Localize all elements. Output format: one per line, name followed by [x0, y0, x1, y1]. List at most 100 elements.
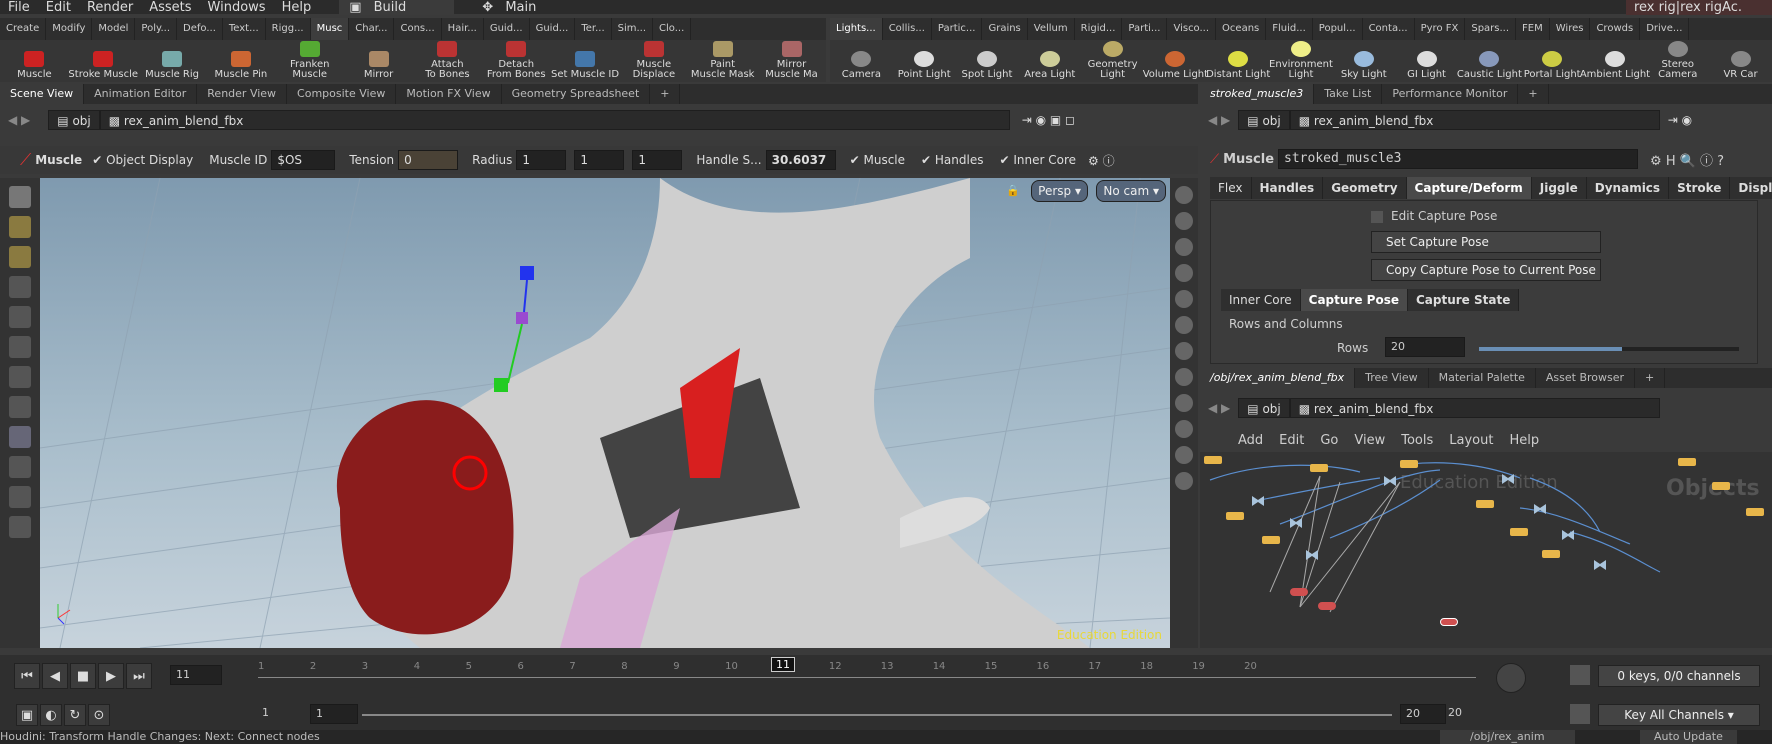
- net-node-muscle[interactable]: [1318, 602, 1336, 610]
- back-icon[interactable]: ◀ ▶: [8, 113, 30, 127]
- jump-start-button[interactable]: ⏮: [14, 663, 40, 689]
- shelf-tab[interactable]: Guid...: [484, 18, 530, 40]
- shelf-tool-3[interactable]: Muscle Pin: [206, 51, 275, 82]
- shelf-tab[interactable]: FEM: [1516, 18, 1550, 40]
- shelf-tab[interactable]: Partic...: [932, 18, 983, 40]
- net-node[interactable]: [1510, 528, 1528, 536]
- key-wheel-icon[interactable]: [1496, 663, 1526, 693]
- param-path-obj[interactable]: ▤ obj: [1238, 110, 1290, 130]
- keys-icon[interactable]: [1570, 665, 1590, 685]
- light-tool-1[interactable]: Point Light: [893, 51, 956, 82]
- transform-tool-icon[interactable]: [9, 216, 31, 238]
- param-pin-icon[interactable]: ⇥ ◉: [1668, 113, 1692, 127]
- key-channels-icon[interactable]: [1570, 704, 1590, 724]
- shelf-tool-2[interactable]: Muscle Rig: [138, 51, 207, 82]
- net-back-icon[interactable]: ◀ ▶: [1208, 401, 1230, 415]
- menu-edit[interactable]: Edit: [38, 0, 79, 15]
- muscle-toggle[interactable]: ✔ Muscle: [850, 153, 905, 167]
- radius-x[interactable]: 1: [516, 150, 567, 170]
- shelf-tab[interactable]: Collis...: [883, 18, 932, 40]
- network-menu-item[interactable]: Tools: [1393, 433, 1441, 448]
- range-end[interactable]: 20: [1448, 706, 1462, 719]
- param-pane-tab[interactable]: Take List: [1314, 84, 1383, 104]
- light-tool-6[interactable]: Distant Light: [1206, 51, 1270, 82]
- shelf-tab[interactable]: Poly...: [135, 18, 178, 40]
- handle-field[interactable]: 30.6037: [765, 150, 836, 170]
- param-tab[interactable]: Jiggle: [1531, 177, 1587, 199]
- shelf-tool-0[interactable]: Muscle: [0, 51, 69, 82]
- shelf-tab[interactable]: Visco...: [1167, 18, 1217, 40]
- shelf-tab[interactable]: Modify: [46, 18, 93, 40]
- shelf-tool-7[interactable]: Detach From Bones: [482, 41, 551, 82]
- shelf-tab[interactable]: Defo...: [177, 18, 223, 40]
- range-start[interactable]: 1: [262, 706, 269, 719]
- realtime-icon[interactable]: ▣: [16, 704, 38, 726]
- network-menu-item[interactable]: View: [1346, 433, 1393, 448]
- network-menu-item[interactable]: Add: [1230, 433, 1271, 448]
- range-slider[interactable]: [362, 714, 1392, 716]
- template-icon[interactable]: [1175, 368, 1193, 386]
- pane-tab[interactable]: Motion FX View: [396, 84, 502, 104]
- network-menu-item[interactable]: Go: [1312, 433, 1346, 448]
- z-axis-handle[interactable]: [520, 266, 534, 280]
- rows-field[interactable]: 20: [1385, 337, 1465, 357]
- light-tool-9[interactable]: GI Light: [1395, 51, 1458, 82]
- frame-ruler[interactable]: 1234567891011121314151617181920 11: [258, 655, 1476, 699]
- add-tab-icon[interactable]: +: [1518, 84, 1549, 104]
- add-tab-icon[interactable]: +: [1635, 368, 1666, 388]
- shelf-tab[interactable]: Musc: [310, 18, 350, 40]
- menu-assets[interactable]: Assets: [141, 0, 199, 15]
- jump-end-button[interactable]: ⏭: [126, 663, 152, 689]
- network-tab[interactable]: Material Palette: [1429, 368, 1536, 388]
- light-tool-3[interactable]: Area Light: [1018, 51, 1081, 82]
- param-tab[interactable]: Handles: [1251, 177, 1324, 199]
- network-tab[interactable]: /obj/rex_anim_blend_fbx: [1200, 368, 1356, 388]
- net-node[interactable]: [1476, 500, 1494, 508]
- view-icon[interactable]: [9, 516, 31, 538]
- viewport-lock-icon[interactable]: 🔒: [1006, 184, 1020, 197]
- magnet-icon[interactable]: [9, 456, 31, 478]
- persp-menu[interactable]: Persp ▾: [1031, 180, 1088, 202]
- shelf-tool-9[interactable]: Muscle Displace: [619, 41, 688, 82]
- loop-icon[interactable]: ↻: [64, 704, 86, 726]
- param-subtab[interactable]: Inner Core: [1221, 289, 1301, 311]
- light-tool-8[interactable]: Sky Light: [1332, 51, 1395, 82]
- param-subtab[interactable]: Capture Pose: [1300, 289, 1408, 311]
- menu-render[interactable]: Render: [79, 0, 141, 15]
- shelf-tab[interactable]: Lights...: [830, 18, 883, 40]
- tension-field[interactable]: 0: [398, 150, 459, 170]
- shelf-tab[interactable]: Oceans: [1216, 18, 1267, 40]
- shelf-tool-4[interactable]: Franken Muscle: [275, 41, 344, 82]
- net-node[interactable]: [1678, 458, 1696, 466]
- shelf-tool-8[interactable]: Set Muscle ID: [551, 51, 620, 82]
- pane-tab[interactable]: Animation Editor: [84, 84, 198, 104]
- radius-y[interactable]: 1: [574, 150, 625, 170]
- pose-tool-icon[interactable]: [9, 276, 31, 298]
- normal-icon[interactable]: [1175, 446, 1193, 464]
- lock-camera-icon[interactable]: [1175, 238, 1193, 256]
- light-tool-4[interactable]: Geometry Light: [1081, 41, 1144, 82]
- shelf-tab[interactable]: Wires: [1550, 18, 1591, 40]
- shelf-tab[interactable]: Pyro FX: [1415, 18, 1466, 40]
- shelf-tab[interactable]: Rigg...: [266, 18, 311, 40]
- param-tab[interactable]: Flex: [1210, 177, 1252, 199]
- param-back-icon[interactable]: ◀ ▶: [1208, 113, 1230, 127]
- net-node-muscle[interactable]: [1290, 588, 1308, 596]
- light-tool-5[interactable]: Volume Light: [1143, 51, 1208, 82]
- light-tool-14[interactable]: VR Car: [1709, 51, 1772, 82]
- current-frame-marker[interactable]: 11: [771, 657, 795, 672]
- param-node-name[interactable]: stroked_muscle3: [1278, 149, 1639, 169]
- shelf-tab[interactable]: Create: [0, 18, 47, 40]
- display-options-icon[interactable]: [1175, 186, 1193, 204]
- shelf-tab[interactable]: Model: [92, 18, 136, 40]
- path-obj[interactable]: ▤ obj: [48, 110, 100, 130]
- wireframe-icon[interactable]: [1175, 316, 1193, 334]
- shelf-tab[interactable]: Rigid...: [1075, 18, 1123, 40]
- handle-tool-icon[interactable]: [9, 246, 31, 268]
- muscle-draw-icon[interactable]: [9, 426, 31, 448]
- pane-tab[interactable]: Composite View: [287, 84, 397, 104]
- copy-capture-pose-button[interactable]: Copy Capture Pose to Current Pose: [1371, 259, 1601, 281]
- shelf-tab[interactable]: Crowds: [1590, 18, 1641, 40]
- light-icon[interactable]: [1175, 264, 1193, 282]
- network-tab[interactable]: Asset Browser: [1536, 368, 1636, 388]
